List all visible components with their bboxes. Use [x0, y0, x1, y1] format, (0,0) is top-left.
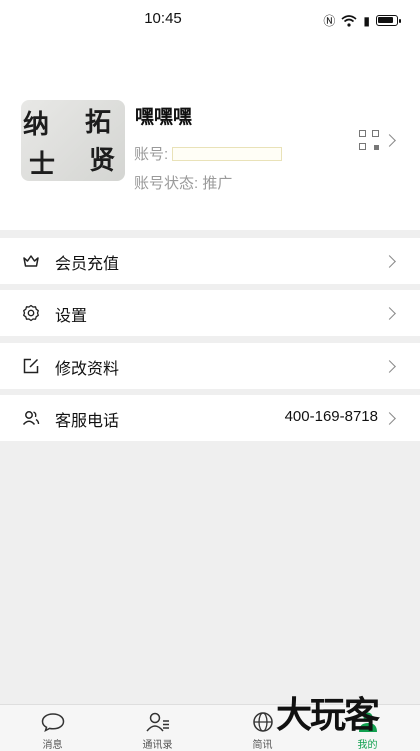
- status-time: 10:45: [144, 10, 182, 27]
- wifi-icon: [341, 14, 357, 27]
- account-value: [172, 146, 283, 161]
- chevron-right-icon: [383, 255, 396, 268]
- avatar-char: 纳: [23, 110, 50, 140]
- menu-label: 修改资料: [55, 361, 120, 378]
- avatar[interactable]: 纳 拓 士 贤: [21, 100, 125, 181]
- alert-icon: ▮: [363, 13, 370, 28]
- account-row: 账号:: [134, 143, 283, 164]
- profile-card[interactable]: 纳 拓 士 贤 嘿嘿嘿 账号: 账号状态: 推广: [0, 40, 420, 230]
- nav-item-messages[interactable]: 消息: [0, 705, 105, 751]
- nav-label: 通讯录: [142, 740, 173, 751]
- contacts-book-icon: [146, 712, 169, 732]
- menu-item-customer-service[interactable]: 客服电话 400-169-8718: [0, 395, 420, 441]
- status-icons: Ⓝ ▮: [323, 12, 401, 29]
- menu-item-vip-recharge[interactable]: 会员充值: [0, 238, 420, 284]
- nav-item-contacts[interactable]: 通讯录: [105, 705, 210, 751]
- menu-label: 会员充值: [55, 256, 120, 273]
- globe-icon: [253, 712, 273, 732]
- avatar-char: 拓: [85, 108, 112, 138]
- menu-label: 设置: [55, 308, 88, 325]
- gear-icon: [23, 304, 39, 322]
- chevron-right-icon: [383, 412, 396, 425]
- account-status: 账号状态: 推广: [134, 175, 233, 192]
- chat-bubble-icon: [41, 713, 65, 733]
- qr-code-icon: [359, 130, 379, 150]
- nav-label: 消息: [42, 740, 63, 751]
- chevron-right-icon: [383, 133, 396, 147]
- status-bar: 10:45 Ⓝ ▮: [0, 0, 420, 40]
- nfc-icon: Ⓝ: [323, 14, 336, 28]
- chevron-right-icon: [383, 307, 396, 320]
- qr-code-button[interactable]: [359, 130, 396, 150]
- watermark-logo: 大玩客: [276, 694, 380, 736]
- menu-item-settings[interactable]: 设置: [0, 290, 420, 336]
- account-label: 账号:: [134, 146, 169, 163]
- chevron-right-icon: [383, 360, 396, 373]
- customer-service-phone: 400-169-8718: [284, 408, 378, 425]
- battery-icon: [376, 15, 401, 26]
- crown-icon: [23, 255, 39, 267]
- nickname: 嘿嘿嘿: [135, 107, 193, 128]
- contacts-icon: [22, 411, 40, 426]
- menu-item-edit-profile[interactable]: 修改资料: [0, 343, 420, 389]
- avatar-char: 士: [29, 150, 56, 180]
- avatar-char: 贤: [89, 146, 116, 176]
- nav-label: 我的: [357, 740, 378, 751]
- edit-icon: [23, 358, 39, 374]
- menu-label: 客服电话: [55, 413, 120, 430]
- nav-label: 简讯: [252, 740, 273, 751]
